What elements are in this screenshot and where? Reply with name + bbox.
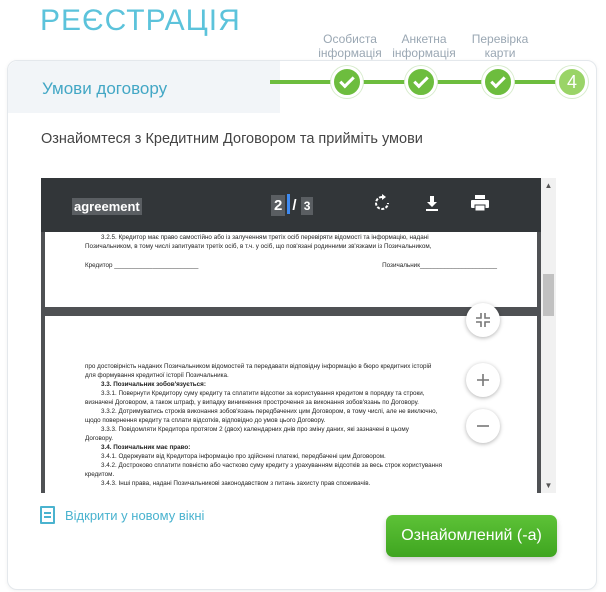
pdf-line: Позичальником, в тому числі запитувати т…	[85, 243, 432, 250]
page-indicator: 2 / 3	[271, 194, 314, 216]
zoom-in-button[interactable]	[466, 363, 500, 397]
page-separator: /	[292, 197, 297, 214]
open-new-window-link[interactable]: Відкрити у новому вікні	[40, 506, 204, 524]
check-icon	[490, 72, 506, 89]
instruction-text: Ознайомтеся з Кредитним Договором та при…	[41, 131, 423, 147]
plus-icon	[477, 374, 489, 386]
creditor-signature: Кредитор ________________________	[85, 262, 199, 269]
scroll-up-arrow-icon[interactable]: ▲	[541, 178, 556, 193]
pdf-line: 3.3.2. Дотримуватись строків виконання з…	[101, 408, 438, 415]
pdf-line: кредитом.	[85, 471, 115, 478]
open-new-window-label: Відкрити у новому вікні	[65, 507, 205, 523]
viewer-scrollbar[interactable]: ▲ ▼	[541, 178, 556, 493]
pdf-viewer[interactable]: agreement 2 / 3 3.2.5. Кредитор має право…	[41, 178, 541, 493]
step-4-current: 4	[556, 66, 588, 98]
scroll-thumb[interactable]	[543, 274, 554, 316]
step-label-card-check: Перевірка карти	[455, 32, 545, 60]
step-label-line: Перевірка	[471, 32, 529, 46]
step-3-done	[482, 66, 514, 98]
check-icon	[339, 72, 355, 89]
check-icon	[413, 72, 429, 89]
pdf-line: 3.4.3. Інші права, надані Позичальникові…	[101, 480, 371, 487]
signature-row: Кредитор ________________________ Позича…	[85, 261, 497, 270]
document-icon	[40, 506, 55, 524]
card-header: Умови договору	[8, 61, 280, 113]
print-icon[interactable]	[469, 194, 491, 216]
zoom-out-button[interactable]	[466, 409, 500, 443]
page-total: 3	[300, 197, 314, 215]
step-2-done	[405, 66, 437, 98]
step-1-done	[331, 66, 363, 98]
page-current[interactable]: 2	[271, 195, 286, 216]
scroll-down-arrow-icon[interactable]: ▼	[541, 478, 556, 493]
minus-icon	[477, 425, 489, 427]
document-name: agreement	[72, 198, 142, 215]
pdf-line: 3.4. Позичальник має право:	[101, 444, 191, 451]
agree-button[interactable]: Ознайомлений (-а)	[386, 515, 557, 557]
pdf-line: щодо повернення кредиту та сплати відсот…	[85, 417, 326, 424]
pdf-line: 3.4.1. Одержувати від Кредитора інформац…	[101, 453, 386, 460]
current-step-title: Умови договору	[42, 79, 168, 98]
fit-page-button[interactable]	[466, 303, 500, 337]
pdf-page-1: 3.2.5. Кредитор має право самостійно або…	[45, 232, 537, 307]
pdf-line: визначені Договором, а також штраф, у ви…	[85, 399, 419, 406]
pdf-page-2: про достовірність наданих Позичальником …	[45, 316, 537, 493]
pdf-toolbar: agreement 2 / 3	[41, 178, 541, 232]
pdf-line: 3.2.5. Кредитор має право самостійно або…	[101, 234, 429, 241]
pdf-line: про достовірність наданих Позичальником …	[85, 363, 432, 370]
page-title: РЕЄСТРАЦІЯ	[40, 4, 241, 37]
fit-page-icon	[476, 313, 490, 327]
pdf-line: Договору.	[85, 435, 113, 442]
step-label-line: карти	[484, 46, 516, 60]
text-cursor	[287, 194, 291, 214]
pdf-line: 3.3. Позичальник зобов'язується:	[101, 381, 206, 388]
pdf-line: 3.3.1. Повернути Кредитору суму кредиту …	[101, 390, 425, 397]
pdf-line: 3.4.2. Достроково сплатити повністю або …	[101, 462, 442, 469]
borrower-signature: Позичальник______________________	[382, 262, 497, 269]
pdf-line: 3.3.3. Повідомляти Кредитора протягом 2 …	[101, 426, 409, 433]
download-icon[interactable]	[421, 194, 443, 216]
rotate-icon[interactable]	[371, 194, 393, 216]
pdf-line: для формування кредитної історії Позичал…	[85, 372, 229, 379]
